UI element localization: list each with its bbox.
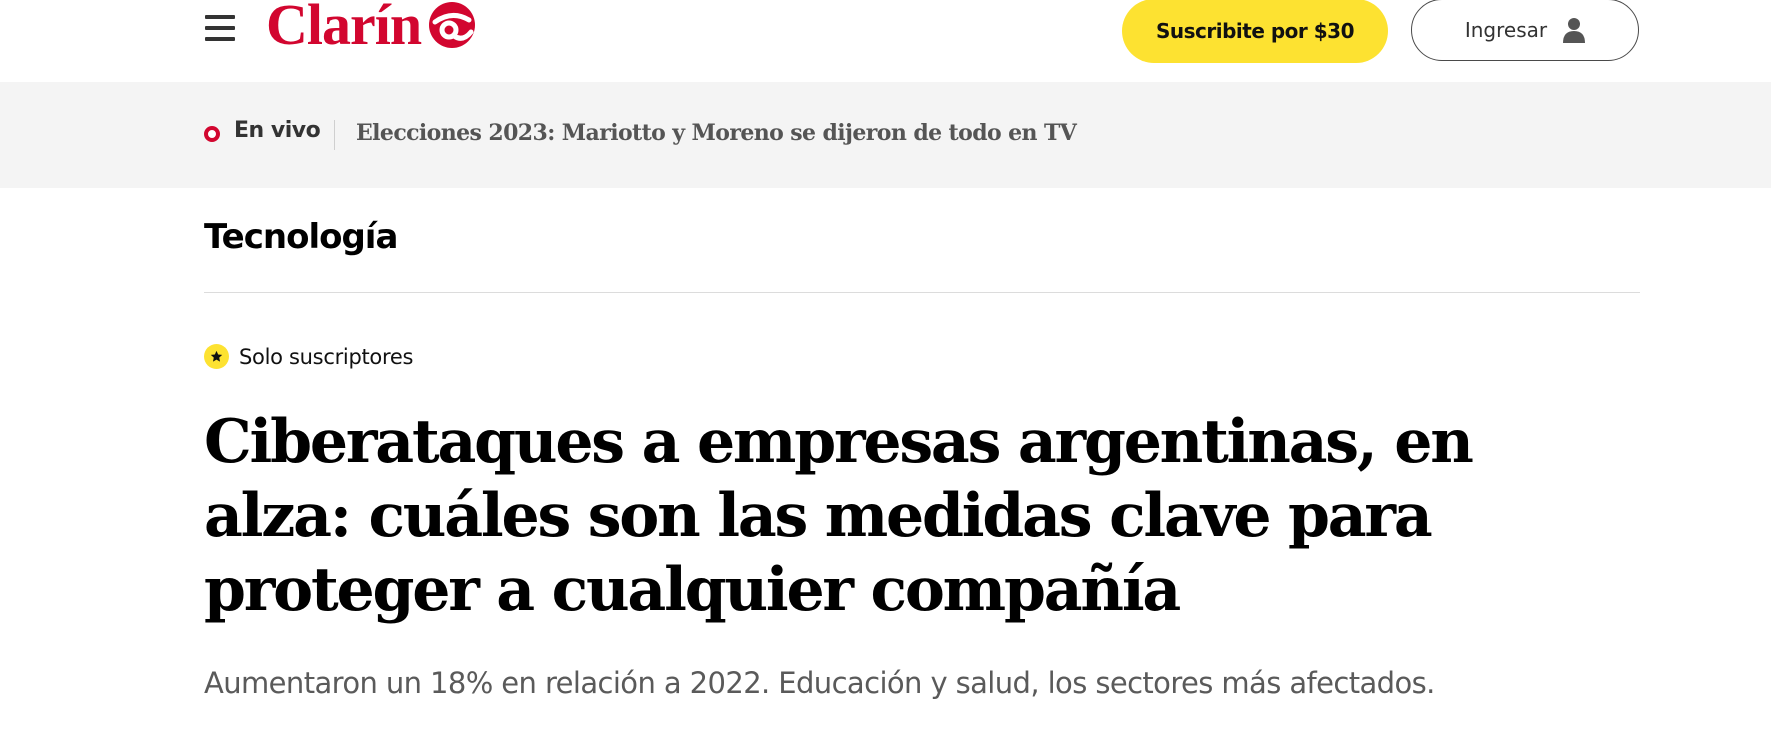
subscribers-only-label: Solo suscriptores <box>239 344 414 369</box>
live-news-bar: En vivo Elecciones 2023: Mariotto y More… <box>0 82 1771 188</box>
subscribers-only-badge: Solo suscriptores <box>204 344 413 369</box>
star-glyph <box>210 350 223 362</box>
article-headline: Ciberataques a empresas argentinas, en a… <box>204 407 1474 625</box>
section-divider <box>204 292 1640 293</box>
login-button[interactable]: Ingresar <box>1411 0 1639 61</box>
hamburger-menu-icon[interactable] <box>205 15 235 42</box>
clarin-logo[interactable]: Clarín <box>266 0 477 58</box>
live-headline-link[interactable]: Elecciones 2023: Mariotto y Moreno se di… <box>356 120 1077 146</box>
star-icon <box>204 344 229 369</box>
live-dot-icon <box>204 126 220 142</box>
clarin-gaucho-mark-icon <box>429 2 476 48</box>
section-title[interactable]: Tecnología <box>204 217 398 257</box>
subscribe-button[interactable]: Suscribite por $30 <box>1122 0 1388 63</box>
user-icon <box>1563 18 1586 43</box>
site-header: Clarín Suscribite por $30 Ingresar <box>0 0 1771 82</box>
live-separator <box>334 120 335 150</box>
live-label[interactable]: En vivo <box>234 118 321 143</box>
login-label: Ingresar <box>1464 18 1548 42</box>
logo-wordmark: Clarín <box>266 0 422 57</box>
article-subheadline: Aumentaron un 18% en relación a 2022. Ed… <box>204 666 1435 700</box>
